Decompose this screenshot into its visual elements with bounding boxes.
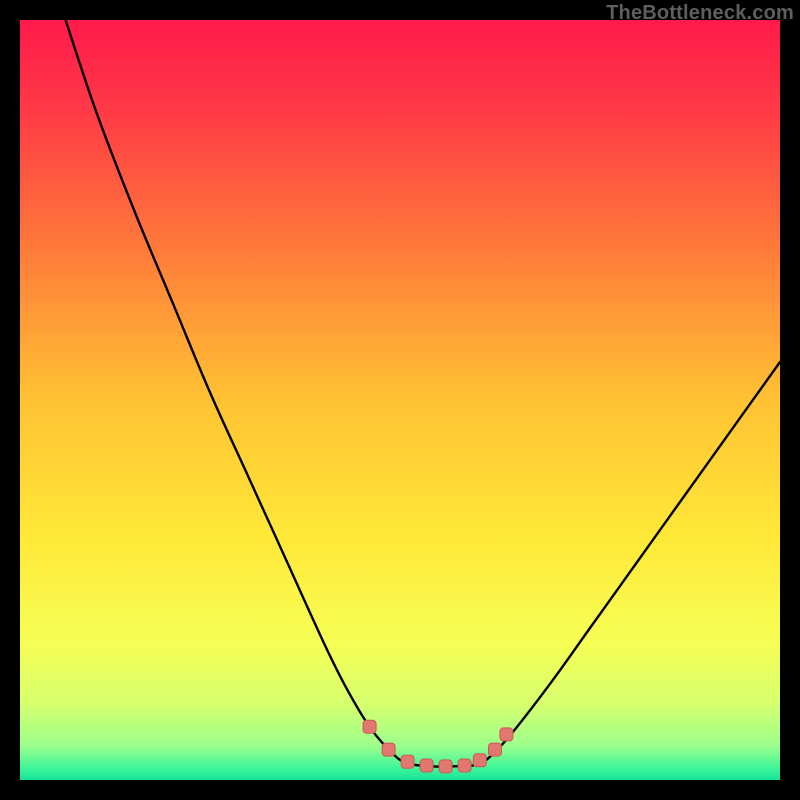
plot-area xyxy=(20,20,780,780)
curve-marker xyxy=(473,754,486,767)
bottleneck-chart xyxy=(20,20,780,780)
curve-marker xyxy=(420,759,433,772)
chart-frame: TheBottleneck.com xyxy=(0,0,800,800)
curve-marker xyxy=(401,755,414,768)
curve-marker xyxy=(458,759,471,772)
curve-marker xyxy=(439,760,452,773)
curve-marker xyxy=(382,743,395,756)
watermark-text: TheBottleneck.com xyxy=(606,2,794,25)
gradient-background xyxy=(20,20,780,780)
curve-marker xyxy=(489,743,502,756)
curve-marker xyxy=(363,720,376,733)
curve-marker xyxy=(500,728,513,741)
